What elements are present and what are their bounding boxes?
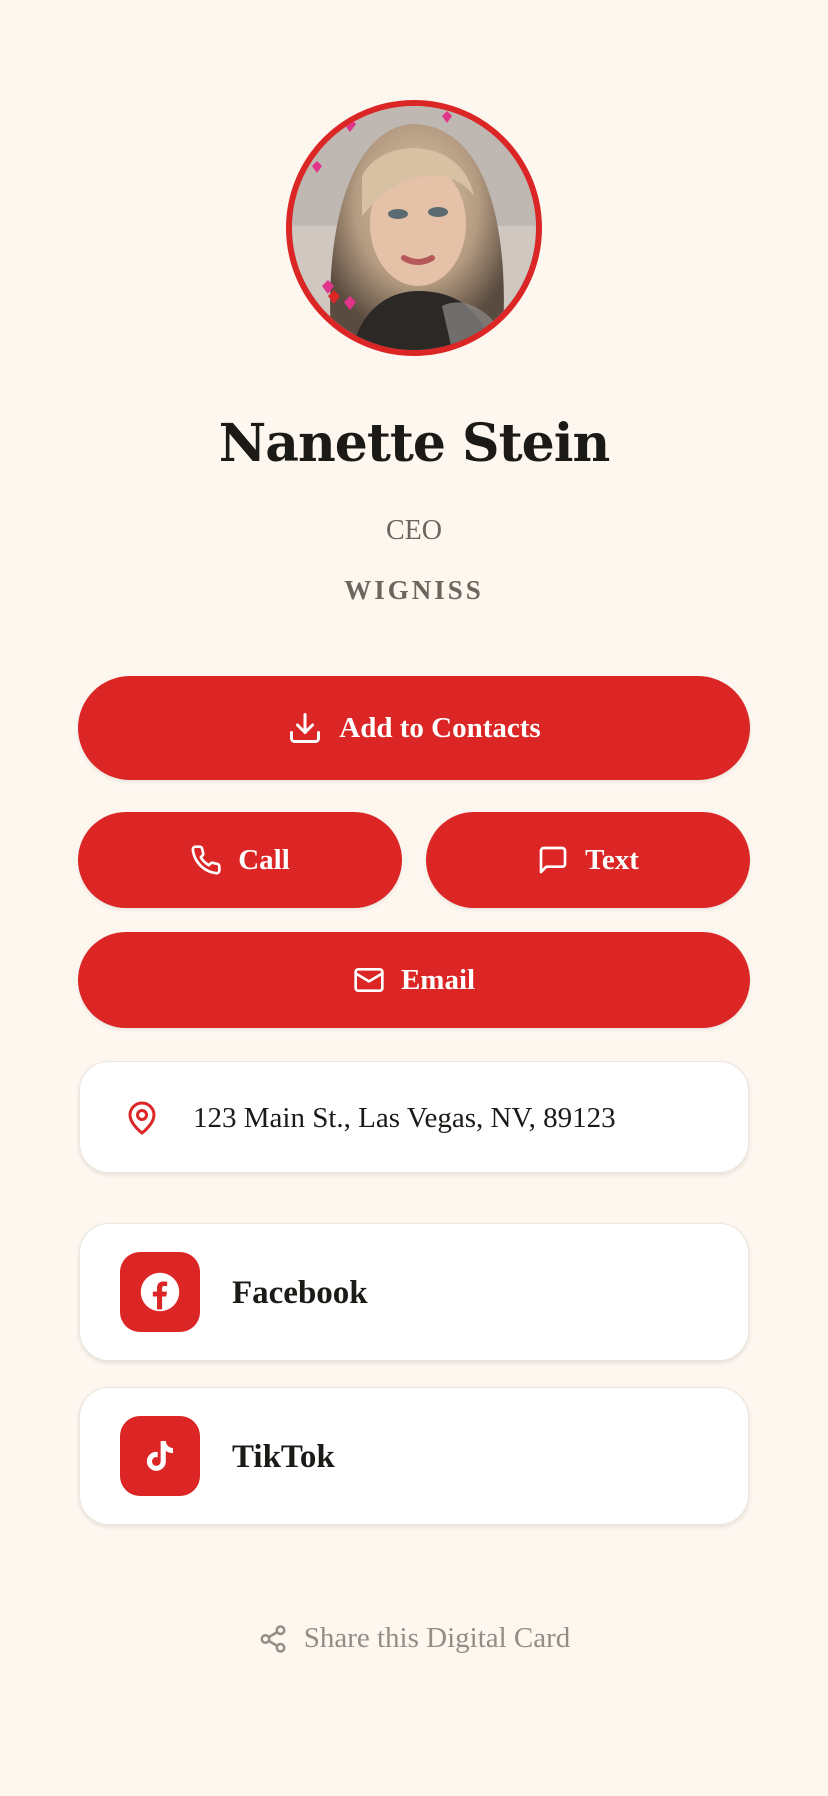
call-button[interactable]: Call: [78, 812, 402, 908]
social-link-tiktok[interactable]: TikTok: [79, 1387, 749, 1525]
profile-name: Nanette Stein: [218, 413, 611, 474]
share-card-link[interactable]: Share this Digital Card: [0, 1622, 828, 1655]
social-label: TikTok: [232, 1438, 335, 1475]
profile-photo: [292, 106, 536, 350]
social-label: Facebook: [232, 1274, 368, 1311]
map-pin-icon: [124, 1096, 160, 1144]
add-to-contacts-label: Add to Contacts: [339, 711, 541, 744]
download-icon: [287, 710, 323, 746]
facebook-icon: [120, 1252, 200, 1332]
profile-title: CEO: [386, 515, 442, 546]
social-link-facebook[interactable]: Facebook: [79, 1223, 749, 1361]
profile-company: WIGNISS: [344, 575, 484, 605]
avatar: [286, 100, 542, 356]
tiktok-icon: [120, 1416, 200, 1496]
email-label: Email: [400, 963, 476, 996]
email-button[interactable]: Email: [78, 932, 750, 1028]
text-button[interactable]: Text: [426, 812, 750, 908]
message-icon: [537, 844, 569, 876]
add-to-contacts-button[interactable]: Add to Contacts: [78, 676, 750, 780]
call-label: Call: [238, 843, 290, 876]
address-text: 123 Main St., Las Vegas, NV, 89123: [193, 1101, 616, 1134]
share-label: Share this Digital Card: [303, 1622, 571, 1654]
share-icon: [258, 1623, 288, 1655]
text-label: Text: [585, 843, 639, 876]
phone-icon: [190, 844, 222, 876]
address-card[interactable]: 123 Main St., Las Vegas, NV, 89123: [79, 1061, 749, 1173]
mail-icon: [353, 964, 385, 996]
